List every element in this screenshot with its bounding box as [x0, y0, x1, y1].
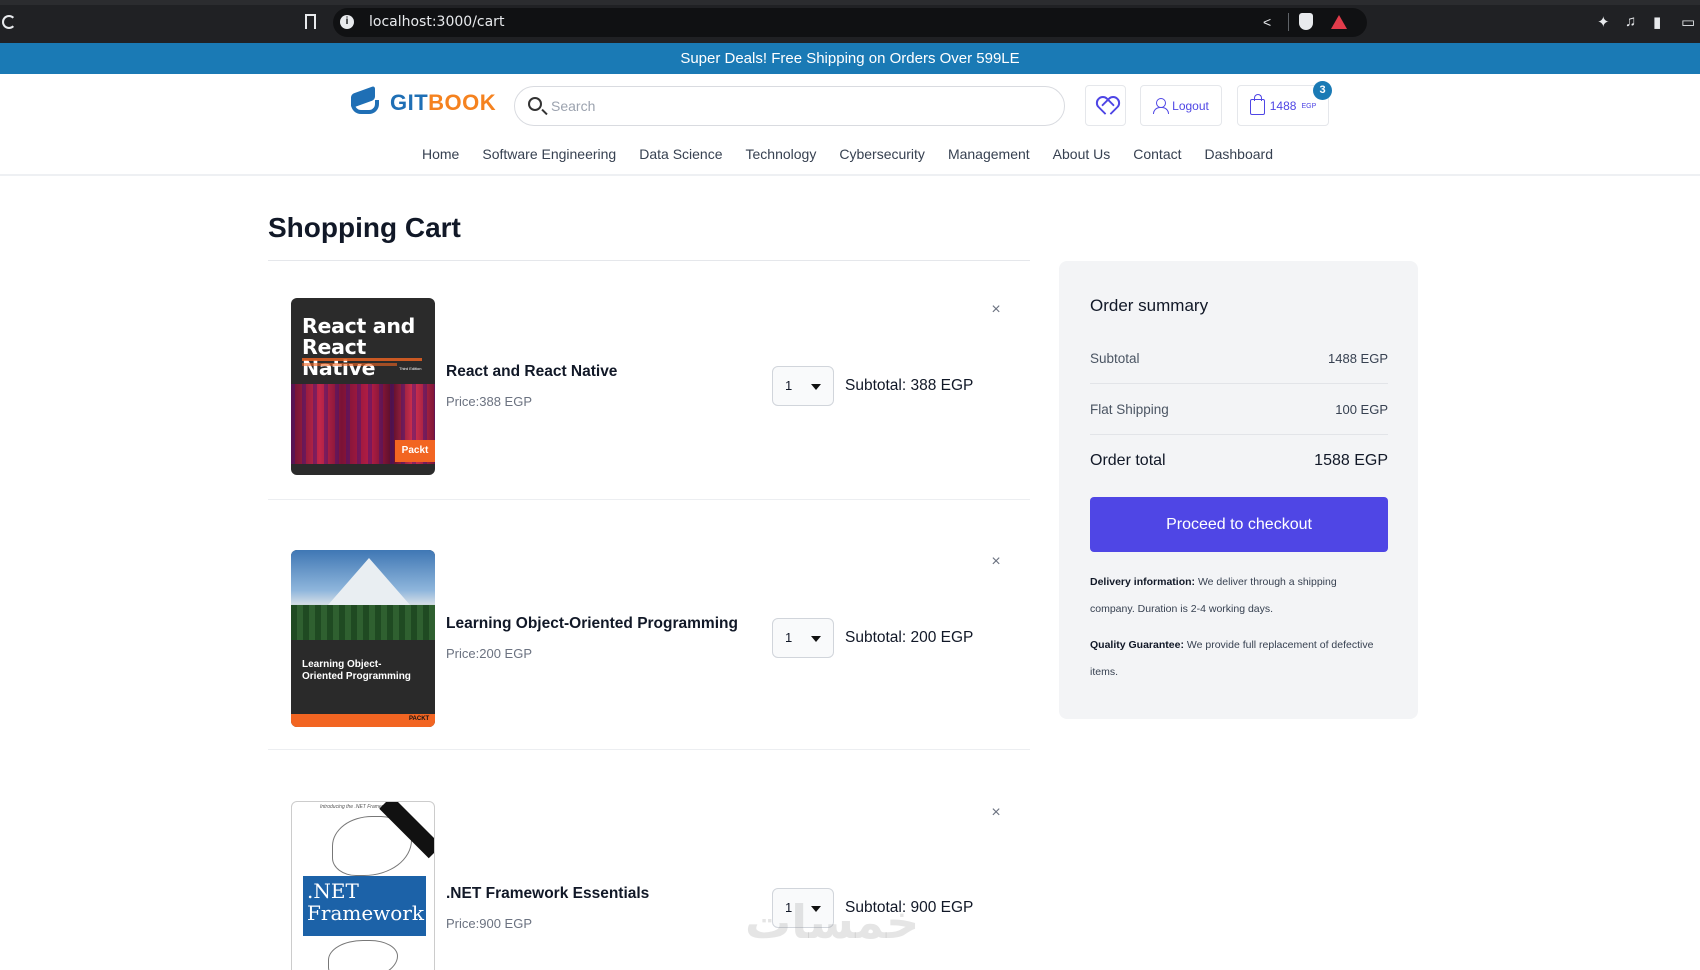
logo-book-icon: [349, 85, 381, 118]
shipping-label: Flat Shipping: [1090, 402, 1169, 417]
cover-subtitle-line: [302, 363, 397, 366]
search-box[interactable]: [514, 86, 1065, 126]
summary-title: Order summary: [1090, 296, 1209, 315]
url-text[interactable]: localhost:3000/cart: [369, 14, 504, 30]
item-price: Price:388 EGP: [446, 394, 532, 409]
cover-title: .NET Framework: [303, 876, 426, 936]
subtotal-label: Subtotal: [1090, 351, 1140, 366]
item-divider: [268, 499, 1030, 500]
cover-subtitle: Essentials: [384, 929, 421, 937]
item-name[interactable]: .NET Framework Essentials: [446, 885, 649, 903]
delivery-info-label: Delivery information:: [1090, 576, 1196, 588]
summary-total-row: Order total 1588 EGP: [1090, 452, 1388, 470]
item-price: Price:900 EGP: [446, 916, 532, 931]
bookmark-icon[interactable]: [305, 14, 316, 29]
brave-rewards-icon[interactable]: [1331, 15, 1347, 29]
item-price: Price:200 EGP: [446, 646, 532, 661]
cover-publisher: Packt: [395, 440, 435, 462]
logo-text-book: BOOK: [428, 90, 497, 115]
nav-cybersecurity[interactable]: Cybersecurity: [839, 146, 925, 162]
subtotal-value: 1488 EGP: [1328, 351, 1388, 366]
shipping-value: 100 EGP: [1335, 402, 1388, 417]
summary-divider: [1090, 383, 1388, 384]
search-input[interactable]: [551, 93, 1051, 119]
cover-publisher: PACKT: [409, 716, 430, 722]
nav-data-science[interactable]: Data Science: [639, 146, 722, 162]
proceed-to-checkout-button[interactable]: Proceed to checkout: [1090, 497, 1388, 552]
item-subtotal: Subtotal: 200 EGP: [845, 629, 974, 646]
nav-dashboard[interactable]: Dashboard: [1205, 146, 1274, 162]
page-title: Shopping Cart: [268, 212, 461, 243]
extensions-icon[interactable]: ✦: [1597, 13, 1610, 31]
cart-count-badge: 3: [1313, 81, 1332, 100]
nav-home[interactable]: Home: [422, 146, 459, 162]
heart-icon: [1097, 98, 1115, 114]
nav-contact[interactable]: Contact: [1133, 146, 1181, 162]
media-icon[interactable]: ♫: [1625, 13, 1636, 30]
summary-shipping-row: Flat Shipping 100 EGP: [1090, 402, 1388, 417]
book-cover-image[interactable]: Learning Object-Oriented Programming PAC…: [291, 550, 435, 727]
sidebar-icon[interactable]: ▮: [1653, 13, 1661, 31]
shopping-bag-icon: [1249, 94, 1265, 115]
quantity-select[interactable]: 1: [772, 618, 834, 658]
site-logo[interactable]: GIT BOOK: [349, 85, 497, 118]
address-divider: [1288, 13, 1289, 31]
item-divider: [268, 749, 1030, 750]
summary-subtotal-row: Subtotal 1488 EGP: [1090, 351, 1388, 366]
brave-shield-icon[interactable]: [1299, 13, 1313, 30]
delivery-info: Delivery information: We deliver through…: [1090, 569, 1380, 623]
logo-text-git: GIT: [390, 90, 429, 115]
remove-item-button[interactable]: ×: [988, 554, 1004, 570]
item-name[interactable]: Learning Object-Oriented Programming: [446, 615, 738, 633]
quality-guarantee-label: Quality Guarantee:: [1090, 639, 1184, 651]
title-divider: [268, 260, 1030, 261]
header-divider: [0, 174, 1700, 176]
promo-banner: Super Deals! Free Shipping on Orders Ove…: [0, 43, 1700, 74]
cover-edition: Third Edition: [399, 366, 422, 371]
cover-trees: [291, 605, 435, 640]
item-name[interactable]: React and React Native: [446, 363, 617, 381]
browser-toolbar: i localhost:3000/cart < ✦ ♫ ▮ ▭: [0, 0, 1700, 43]
wishlist-button[interactable]: [1085, 85, 1126, 126]
site-info-icon[interactable]: i: [340, 15, 354, 29]
item-subtotal: Subtotal: 388 EGP: [845, 377, 974, 394]
tab-strip: [0, 0, 1700, 5]
quantity-value: 1: [785, 378, 793, 393]
nav-technology[interactable]: Technology: [746, 146, 817, 162]
search-icon: [528, 97, 542, 111]
logout-button[interactable]: Logout: [1140, 85, 1222, 126]
reload-icon[interactable]: [2, 15, 16, 29]
nav-software-engineering[interactable]: Software Engineering: [482, 146, 616, 162]
summary-divider: [1090, 434, 1388, 435]
quantity-select[interactable]: 1: [772, 366, 834, 406]
user-icon: [1153, 98, 1170, 114]
watermark-logo: خمسات: [745, 895, 920, 949]
quantity-value: 1: [785, 630, 793, 645]
cart-total: 1488: [1269, 98, 1297, 113]
logout-label: Logout: [1172, 98, 1209, 113]
order-summary-panel: Order summary Subtotal 1488 EGP Flat Shi…: [1059, 261, 1418, 719]
cover-shrimp-illustration: [328, 940, 398, 970]
nav-management[interactable]: Management: [948, 146, 1030, 162]
book-cover-image[interactable]: Introducing the .NET Framework .NET Fram…: [291, 801, 435, 970]
quality-guarantee: Quality Guarantee: We provide full repla…: [1090, 632, 1380, 686]
nav-about-us[interactable]: About Us: [1053, 146, 1111, 162]
total-value: 1588 EGP: [1314, 452, 1388, 469]
main-nav: Home Software Engineering Data Science T…: [422, 146, 1296, 162]
wallet-icon[interactable]: ▭: [1681, 13, 1695, 31]
cover-subtitle-line: [302, 358, 422, 361]
caret-down-icon: [811, 384, 821, 390]
share-icon[interactable]: <: [1263, 14, 1271, 30]
book-cover-image[interactable]: React and React Native Third Edition Pac…: [291, 298, 435, 475]
caret-down-icon: [811, 636, 821, 642]
remove-item-button[interactable]: ×: [988, 805, 1004, 821]
total-label: Order total: [1090, 452, 1166, 469]
cover-title: Learning Object-Oriented Programming: [302, 659, 411, 682]
remove-item-button[interactable]: ×: [988, 302, 1004, 318]
cart-currency: EGP: [1301, 103, 1317, 110]
